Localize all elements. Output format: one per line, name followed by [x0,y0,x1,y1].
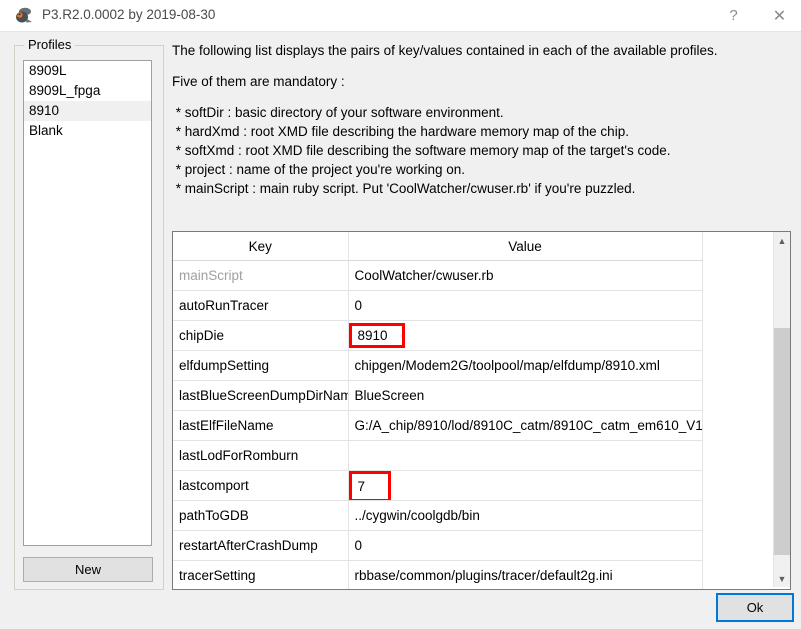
scroll-down-icon[interactable]: ▼ [774,570,790,587]
cell-value[interactable]: ../cygwin/coolgdb/bin [348,500,703,531]
table-row[interactable]: tracerSetting rbbase/common/plugins/trac… [173,560,703,589]
title-bar: P3.R2.0.0002 by 2019-08-30 ? ✕ [0,0,801,32]
cell-value[interactable]: 7 [348,470,703,501]
help-icon[interactable]: ? [711,0,756,31]
table-row[interactable]: pathToGDB ../cygwin/coolgdb/bin [173,500,703,531]
table-row[interactable]: restartAfterCrashDump 0 [173,530,703,561]
key-value-table-scroll-area: Key Value mainScript CoolWatcher/cwuser.… [173,232,774,589]
description-line: * softXmd : root XMD file describing the… [172,143,671,158]
table-row[interactable]: lastcomport 7 [173,470,703,501]
description-line: The following list displays the pairs of… [172,43,718,58]
table-header-row: Key Value [173,232,703,261]
cell-key: mainScript [173,260,349,291]
profiles-list[interactable]: 8909L 8909L_fpga 8910 Blank [23,60,152,546]
highlight-box-chipdie[interactable]: 8910 [348,323,405,348]
cell-key: lastcomport [173,470,349,501]
scrollbar-thumb[interactable] [774,328,790,555]
cell-value[interactable]: CoolWatcher/cwuser.rb [348,260,703,291]
description-line: * project : name of the project you're w… [172,162,465,177]
cell-key: autoRunTracer [173,290,349,321]
close-icon[interactable]: ✕ [757,0,801,31]
cell-key: lastLodForRomburn [173,440,349,471]
list-item[interactable]: Blank [24,121,151,141]
cell-key: chipDie [173,320,349,351]
table-row[interactable]: autoRunTracer 0 [173,290,703,321]
description-line: * mainScript : main ruby script. Put 'Co… [172,181,636,196]
key-value-table: Key Value mainScript CoolWatcher/cwuser.… [173,232,703,589]
cell-value[interactable]: 0 [348,290,703,321]
description-text: The following list displays the pairs of… [172,41,792,198]
cell-key: restartAfterCrashDump [173,530,349,561]
highlight-box-lastcomport[interactable]: 7 [348,471,391,500]
cell-value[interactable]: rbbase/common/plugins/tracer/default2g.i… [348,560,703,589]
cell-key: lastElfFileName [173,410,349,441]
list-item[interactable]: 8909L_fpga [24,81,151,101]
list-item[interactable]: 8910 [24,101,151,121]
table-row[interactable]: lastElfFileName G:/A_chip/8910/lod/8910C… [173,410,703,441]
cell-value[interactable]: BlueScreen [348,380,703,411]
profiles-legend: Profiles [24,37,76,52]
cell-key: lastBlueScreenDumpDirName [173,380,349,411]
new-button[interactable]: New [23,557,153,582]
app-bird-icon [16,7,32,23]
column-header-key[interactable]: Key [173,232,349,261]
cell-value[interactable] [348,440,703,471]
cell-value[interactable]: G:/A_chip/8910/lod/8910C_catm/8910C_catm… [348,410,703,441]
table-row[interactable]: chipDie 8910 [173,320,703,351]
description-line: * hardXmd : root XMD file describing the… [172,124,629,139]
table-row[interactable]: mainScript CoolWatcher/cwuser.rb [173,260,703,291]
column-header-value[interactable]: Value [348,232,703,261]
ok-button[interactable]: Ok [716,593,794,622]
list-item[interactable]: 8909L [24,61,151,81]
cell-key: elfdumpSetting [173,350,349,381]
table-row[interactable]: lastLodForRomburn [173,440,703,471]
cell-key: tracerSetting [173,560,349,589]
cell-key: pathToGDB [173,500,349,531]
scroll-up-icon[interactable]: ▲ [774,232,790,249]
table-row[interactable]: elfdumpSetting chipgen/Modem2G/toolpool/… [173,350,703,381]
description-line: * softDir : basic directory of your soft… [172,105,504,120]
window-title: P3.R2.0.0002 by 2019-08-30 [42,7,216,22]
cell-value[interactable]: 0 [348,530,703,561]
table-row[interactable]: lastBlueScreenDumpDirName BlueScreen [173,380,703,411]
cell-value[interactable]: 8910 [348,320,703,351]
cell-value[interactable]: chipgen/Modem2G/toolpool/map/elfdump/891… [348,350,703,381]
vertical-scrollbar[interactable]: ▲ ▼ [773,232,790,587]
description-line: Five of them are mandatory : [172,74,345,89]
key-value-table-container: Key Value mainScript CoolWatcher/cwuser.… [172,231,791,590]
